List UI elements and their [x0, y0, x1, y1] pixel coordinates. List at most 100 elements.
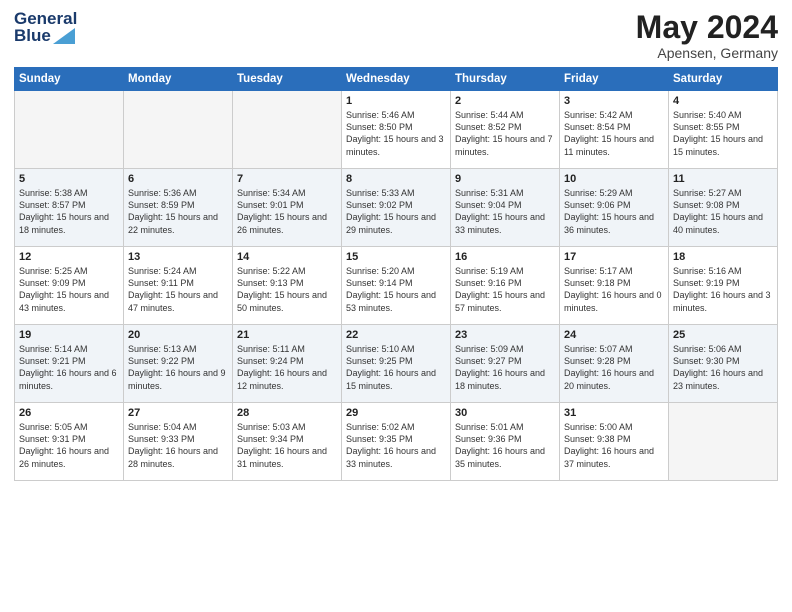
cell-info: Sunrise: 5:02 AMSunset: 9:35 PMDaylight:…	[346, 421, 446, 470]
day-number: 22	[346, 329, 446, 341]
calendar-cell: 22Sunrise: 5:10 AMSunset: 9:25 PMDayligh…	[342, 325, 451, 403]
cell-info: Sunrise: 5:07 AMSunset: 9:28 PMDaylight:…	[564, 343, 664, 392]
day-number: 23	[455, 329, 555, 341]
day-number: 9	[455, 173, 555, 185]
cell-info: Sunrise: 5:19 AMSunset: 9:16 PMDaylight:…	[455, 265, 555, 314]
weekday-header-friday: Friday	[560, 68, 669, 91]
cell-info: Sunrise: 5:29 AMSunset: 9:06 PMDaylight:…	[564, 187, 664, 236]
weekday-header-thursday: Thursday	[451, 68, 560, 91]
day-number: 4	[673, 95, 773, 107]
calendar-cell: 25 Sunrise: 5:06 AMSunset: 9:30 PMDayligh…	[669, 325, 778, 403]
calendar-cell: 19Sunrise: 5:14 AMSunset: 9:21 PMDayligh…	[15, 325, 124, 403]
day-number: 10	[564, 173, 664, 185]
cell-info: Sunrise: 5:17 AMSunset: 9:18 PMDaylight:…	[564, 265, 664, 314]
month-title: May 2024	[636, 10, 778, 45]
cell-info: Sunrise: 5:34 AMSunset: 9:01 PMDaylight:…	[237, 187, 337, 236]
calendar-cell: 30Sunrise: 5:01 AMSunset: 9:36 PMDayligh…	[451, 403, 560, 481]
cell-info: Sunrise: 5:40 AMSunset: 8:55 PMDaylight:…	[673, 109, 773, 158]
day-number: 11	[673, 173, 773, 185]
week-row-3: 19Sunrise: 5:14 AMSunset: 9:21 PMDayligh…	[15, 325, 778, 403]
day-number: 21	[237, 329, 337, 341]
day-number: 20	[128, 329, 228, 341]
weekday-header-saturday: Saturday	[669, 68, 778, 91]
calendar-cell: 17 Sunrise: 5:17 AMSunset: 9:18 PMDayligh…	[560, 247, 669, 325]
cell-info: Sunrise: 5:03 AMSunset: 9:34 PMDaylight:…	[237, 421, 337, 470]
cell-info: Sunrise: 5:42 AMSunset: 8:54 PMDaylight:…	[564, 109, 664, 158]
calendar-cell: 29 Sunrise: 5:02 AMSunset: 9:35 PMDayligh…	[342, 403, 451, 481]
calendar-cell: 3 Sunrise: 5:42 AMSunset: 8:54 PMDaylight…	[560, 91, 669, 169]
logo-text-blue: Blue	[14, 27, 51, 44]
calendar-cell: 28 Sunrise: 5:03 AMSunset: 9:34 PMDayligh…	[233, 403, 342, 481]
cell-info: Sunrise: 5:25 AMSunset: 9:09 PMDaylight:…	[19, 265, 119, 314]
weekday-header-wednesday: Wednesday	[342, 68, 451, 91]
calendar-cell: 4 Sunrise: 5:40 AMSunset: 8:55 PMDaylight…	[669, 91, 778, 169]
calendar-cell: 18 Sunrise: 5:16 AMSunset: 9:19 PMDayligh…	[669, 247, 778, 325]
calendar-table: SundayMondayTuesdayWednesdayThursdayFrid…	[14, 67, 778, 481]
calendar-cell: 2 Sunrise: 5:44 AMSunset: 8:52 PMDaylight…	[451, 91, 560, 169]
calendar-cell: 24 Sunrise: 5:07 AMSunset: 9:28 PMDayligh…	[560, 325, 669, 403]
cell-info: Sunrise: 5:16 AMSunset: 9:19 PMDaylight:…	[673, 265, 773, 314]
calendar-cell: 23 Sunrise: 5:09 AMSunset: 9:27 PMDayligh…	[451, 325, 560, 403]
calendar-cell	[124, 91, 233, 169]
day-number: 25	[673, 329, 773, 341]
calendar-cell: 20Sunrise: 5:13 AMSunset: 9:22 PMDayligh…	[124, 325, 233, 403]
day-number: 27	[128, 407, 228, 419]
day-number: 8	[346, 173, 446, 185]
calendar-cell: 6Sunrise: 5:36 AMSunset: 8:59 PMDaylight…	[124, 169, 233, 247]
day-number: 30	[455, 407, 555, 419]
calendar-cell: 14 Sunrise: 5:22 AMSunset: 9:13 PMDayligh…	[233, 247, 342, 325]
calendar-cell	[669, 403, 778, 481]
week-row-4: 26 Sunrise: 5:05 AMSunset: 9:31 PMDayligh…	[15, 403, 778, 481]
cell-info: Sunrise: 5:46 AMSunset: 8:50 PMDaylight:…	[346, 109, 446, 158]
calendar-cell: 9 Sunrise: 5:31 AMSunset: 9:04 PMDaylight…	[451, 169, 560, 247]
calendar-cell	[15, 91, 124, 169]
day-number: 17	[564, 251, 664, 263]
day-number: 7	[237, 173, 337, 185]
day-number: 18	[673, 251, 773, 263]
calendar-cell: 15Sunrise: 5:20 AMSunset: 9:14 PMDayligh…	[342, 247, 451, 325]
calendar-cell: 16 Sunrise: 5:19 AMSunset: 9:16 PMDayligh…	[451, 247, 560, 325]
calendar-cell: 1 Sunrise: 5:46 AMSunset: 8:50 PMDaylight…	[342, 91, 451, 169]
day-number: 14	[237, 251, 337, 263]
logo-text-general: General	[14, 10, 77, 27]
weekday-header-monday: Monday	[124, 68, 233, 91]
location: Apensen, Germany	[636, 45, 778, 61]
day-number: 26	[19, 407, 119, 419]
day-number: 24	[564, 329, 664, 341]
calendar-cell: 11Sunrise: 5:27 AMSunset: 9:08 PMDayligh…	[669, 169, 778, 247]
logo-icon	[53, 28, 75, 44]
week-row-2: 12Sunrise: 5:25 AMSunset: 9:09 PMDayligh…	[15, 247, 778, 325]
week-row-0: 1 Sunrise: 5:46 AMSunset: 8:50 PMDaylight…	[15, 91, 778, 169]
cell-info: Sunrise: 5:44 AMSunset: 8:52 PMDaylight:…	[455, 109, 555, 158]
cell-info: Sunrise: 5:05 AMSunset: 9:31 PMDaylight:…	[19, 421, 119, 470]
calendar-cell: 5Sunrise: 5:38 AMSunset: 8:57 PMDaylight…	[15, 169, 124, 247]
calendar-cell: 13Sunrise: 5:24 AMSunset: 9:11 PMDayligh…	[124, 247, 233, 325]
calendar-cell: 31Sunrise: 5:00 AMSunset: 9:38 PMDayligh…	[560, 403, 669, 481]
day-number: 31	[564, 407, 664, 419]
calendar-cell: 26 Sunrise: 5:05 AMSunset: 9:31 PMDayligh…	[15, 403, 124, 481]
calendar-cell: 27Sunrise: 5:04 AMSunset: 9:33 PMDayligh…	[124, 403, 233, 481]
cell-info: Sunrise: 5:33 AMSunset: 9:02 PMDaylight:…	[346, 187, 446, 236]
day-number: 28	[237, 407, 337, 419]
title-block: May 2024 Apensen, Germany	[636, 10, 778, 61]
weekday-header-tuesday: Tuesday	[233, 68, 342, 91]
weekday-header-row: SundayMondayTuesdayWednesdayThursdayFrid…	[15, 68, 778, 91]
day-number: 2	[455, 95, 555, 107]
cell-info: Sunrise: 5:09 AMSunset: 9:27 PMDaylight:…	[455, 343, 555, 392]
day-number: 1	[346, 95, 446, 107]
day-number: 16	[455, 251, 555, 263]
day-number: 6	[128, 173, 228, 185]
day-number: 29	[346, 407, 446, 419]
week-row-1: 5Sunrise: 5:38 AMSunset: 8:57 PMDaylight…	[15, 169, 778, 247]
cell-info: Sunrise: 5:06 AMSunset: 9:30 PMDaylight:…	[673, 343, 773, 392]
day-number: 5	[19, 173, 119, 185]
cell-info: Sunrise: 5:31 AMSunset: 9:04 PMDaylight:…	[455, 187, 555, 236]
day-number: 19	[19, 329, 119, 341]
cell-info: Sunrise: 5:20 AMSunset: 9:14 PMDaylight:…	[346, 265, 446, 314]
calendar-cell: 8 Sunrise: 5:33 AMSunset: 9:02 PMDaylight…	[342, 169, 451, 247]
calendar-cell: 12Sunrise: 5:25 AMSunset: 9:09 PMDayligh…	[15, 247, 124, 325]
cell-info: Sunrise: 5:22 AMSunset: 9:13 PMDaylight:…	[237, 265, 337, 314]
day-number: 3	[564, 95, 664, 107]
day-number: 13	[128, 251, 228, 263]
calendar-cell	[233, 91, 342, 169]
